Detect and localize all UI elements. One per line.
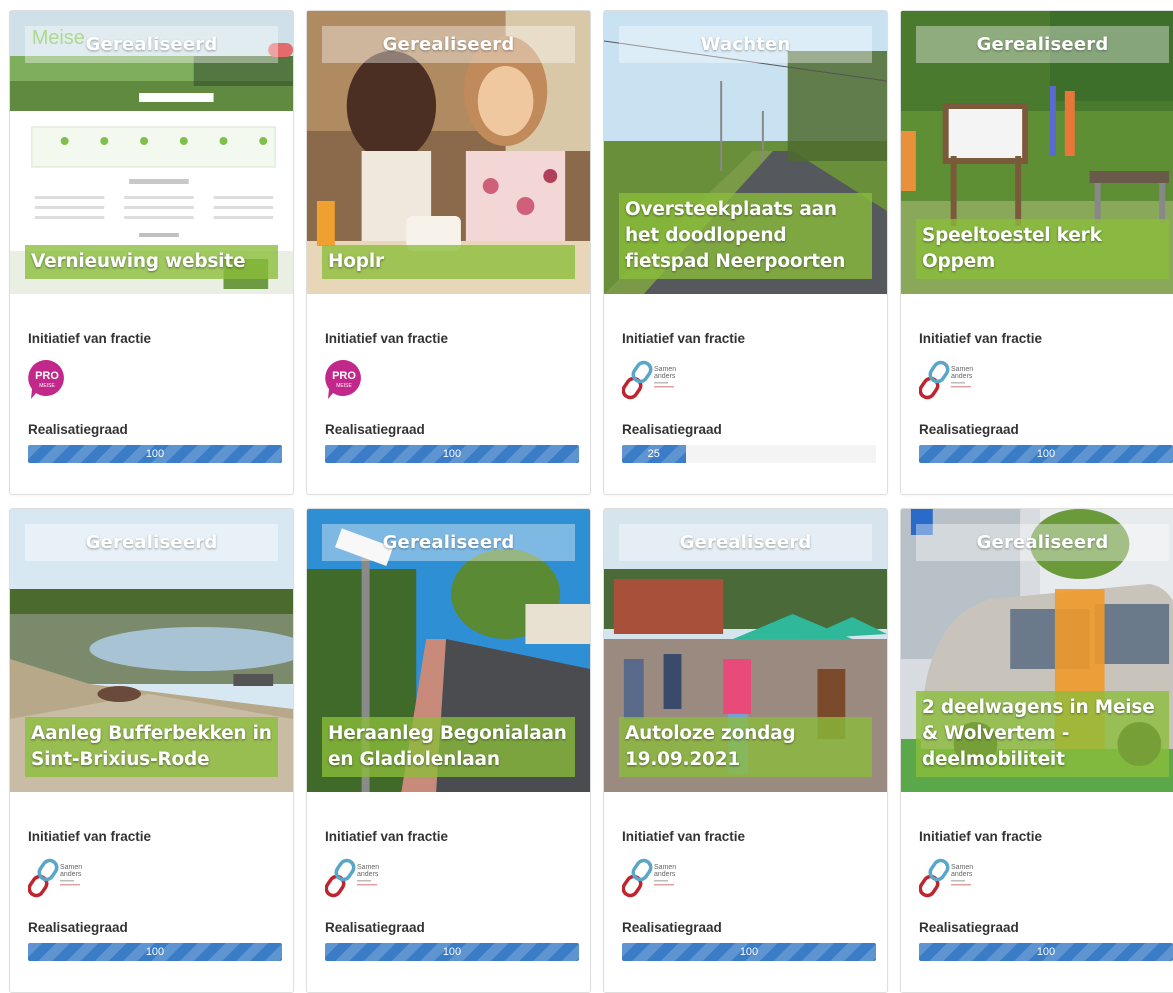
project-title[interactable]: Autoloze zondag 19.09.2021 [619, 717, 872, 777]
progress-bar: 100 [325, 943, 579, 961]
samen-anders-logo: Samen anders [919, 858, 973, 898]
project-card[interactable]: Gerealiseerd Hoplr Initiatief van fracti… [306, 10, 591, 495]
progress-label: Realisatiegraad [325, 422, 425, 437]
samen-anders-logo: Samen anders [622, 858, 676, 898]
svg-text:anders: anders [654, 871, 676, 878]
card-body: Initiatief van fractie Samen anders Real… [901, 792, 1173, 992]
card-body: Initiatief van fractie Samen anders Real… [604, 792, 887, 992]
svg-text:Samen: Samen [357, 864, 379, 871]
initiative-label: Initiatief van fractie [919, 829, 1043, 844]
progress-bar: 25 [622, 445, 686, 463]
status-badge: Gerealiseerd [322, 26, 575, 63]
progress-bar: 100 [28, 943, 282, 961]
samen-anders-logo: Samen anders [28, 858, 82, 898]
initiative-label: Initiatief van fractie [28, 331, 152, 346]
svg-text:Samen: Samen [951, 864, 973, 871]
svg-text:MEISE: MEISE [336, 383, 352, 389]
progress-bar: 100 [622, 943, 876, 961]
initiative-label: Initiatief van fractie [919, 331, 1043, 346]
svg-text:anders: anders [357, 871, 379, 878]
svg-text:Samen: Samen [654, 864, 676, 871]
project-card[interactable]: Meise Gerealiseerd Vernieuwing website I… [9, 10, 294, 495]
svg-text:PRO: PRO [35, 370, 59, 382]
svg-text:Samen: Samen [951, 366, 973, 373]
project-title[interactable]: Hoplr [322, 245, 575, 279]
project-image-website[interactable]: Meise Gerealiseerd Vernieuwing website [10, 11, 293, 294]
project-card[interactable]: Wachten Oversteekplaats aan het doodlope… [603, 10, 888, 495]
card-body: Initiatief van fractie Samen anders Real… [10, 792, 293, 992]
progress-track: 100 [622, 943, 876, 961]
project-image-autoloze-zondag[interactable]: Gerealiseerd Autoloze zondag 19.09.2021 [604, 509, 887, 792]
status-badge: Gerealiseerd [25, 524, 278, 561]
project-image-oversteekplaats[interactable]: Wachten Oversteekplaats aan het doodlope… [604, 11, 887, 294]
svg-text:PRO: PRO [332, 370, 356, 382]
status-badge: Gerealiseerd [619, 524, 872, 561]
status-badge: Gerealiseerd [916, 524, 1169, 561]
progress-label: Realisatiegraad [622, 920, 722, 935]
progress-label: Realisatiegraad [28, 422, 128, 437]
project-card[interactable]: Gerealiseerd Aanleg Bufferbekken in Sint… [9, 508, 294, 993]
svg-text:anders: anders [60, 871, 82, 878]
project-image-bufferbekken[interactable]: Gerealiseerd Aanleg Bufferbekken in Sint… [10, 509, 293, 792]
project-card[interactable]: Gerealiseerd Heraanleg Begonialaan en Gl… [306, 508, 591, 993]
project-image-begonialaan[interactable]: Gerealiseerd Heraanleg Begonialaan en Gl… [307, 509, 590, 792]
svg-text:anders: anders [951, 871, 973, 878]
project-title[interactable]: Speeltoestel kerk Oppem [916, 219, 1169, 279]
initiative-label: Initiatief van fractie [325, 331, 449, 346]
project-image-hoplr[interactable]: Gerealiseerd Hoplr [307, 11, 590, 294]
status-badge: Gerealiseerd [916, 26, 1169, 63]
progress-bar: 100 [919, 445, 1173, 463]
progress-label: Realisatiegraad [325, 920, 425, 935]
samen-anders-logo: Samen anders [325, 858, 379, 898]
card-body: Initiatief van fractie Samen anders Real… [307, 792, 590, 992]
project-title[interactable]: Vernieuwing website [25, 245, 278, 279]
project-card[interactable]: Gerealiseerd Speeltoestel kerk Oppem Ini… [900, 10, 1173, 495]
progress-bar: 100 [919, 943, 1173, 961]
svg-text:Samen: Samen [654, 366, 676, 373]
pro-meise-logo: PRO MEISE [28, 359, 64, 399]
project-image-speeltoestel[interactable]: Gerealiseerd Speeltoestel kerk Oppem [901, 11, 1173, 294]
project-title[interactable]: 2 deelwagens in Meise & Wolvertem - deel… [916, 691, 1169, 777]
samen-anders-logo: Samen anders [622, 360, 676, 400]
status-badge: Wachten [619, 26, 872, 63]
project-title[interactable]: Oversteekplaats aan het doodlopend fiets… [619, 193, 872, 279]
svg-text:Samen: Samen [60, 864, 82, 871]
pro-meise-logo: PRO MEISE [325, 359, 361, 399]
progress-track: 25 [622, 445, 876, 463]
progress-track: 100 [28, 445, 282, 463]
progress-label: Realisatiegraad [28, 920, 128, 935]
progress-bar: 100 [325, 445, 579, 463]
progress-bar: 100 [28, 445, 282, 463]
project-image-deelwagens[interactable]: Gerealiseerd 2 deelwagens in Meise & Wol… [901, 509, 1173, 792]
progress-track: 100 [28, 943, 282, 961]
svg-text:anders: anders [654, 373, 676, 380]
progress-track: 100 [325, 943, 579, 961]
card-body: Initiatief van fractie Samen anders Real… [901, 294, 1173, 494]
status-badge: Gerealiseerd [322, 524, 575, 561]
projects-grid: Meise Gerealiseerd Vernieuwing website I… [0, 0, 1173, 993]
samen-anders-logo: Samen anders [919, 360, 973, 400]
initiative-label: Initiatief van fractie [325, 829, 449, 844]
project-title[interactable]: Heraanleg Begonialaan en Gladiolenlaan [322, 717, 575, 777]
status-badge: Gerealiseerd [25, 26, 278, 63]
project-card[interactable]: Gerealiseerd Autoloze zondag 19.09.2021 … [603, 508, 888, 993]
progress-label: Realisatiegraad [622, 422, 722, 437]
initiative-label: Initiatief van fractie [622, 829, 746, 844]
progress-label: Realisatiegraad [919, 920, 1019, 935]
progress-label: Realisatiegraad [919, 422, 1019, 437]
svg-text:anders: anders [951, 373, 973, 380]
card-body: Initiatief van fractie Samen anders Real… [604, 294, 887, 494]
initiative-label: Initiatief van fractie [28, 829, 152, 844]
progress-track: 100 [919, 445, 1173, 463]
project-title[interactable]: Aanleg Bufferbekken in Sint-Brixius-Rode [25, 717, 278, 777]
card-body: Initiatief van fractie PRO MEISE Realisa… [307, 294, 590, 494]
initiative-label: Initiatief van fractie [622, 331, 746, 346]
progress-track: 100 [325, 445, 579, 463]
svg-text:MEISE: MEISE [39, 383, 55, 389]
card-body: Initiatief van fractie PRO MEISE Realisa… [10, 294, 293, 494]
project-card[interactable]: Gerealiseerd 2 deelwagens in Meise & Wol… [900, 508, 1173, 993]
progress-track: 100 [919, 943, 1173, 961]
